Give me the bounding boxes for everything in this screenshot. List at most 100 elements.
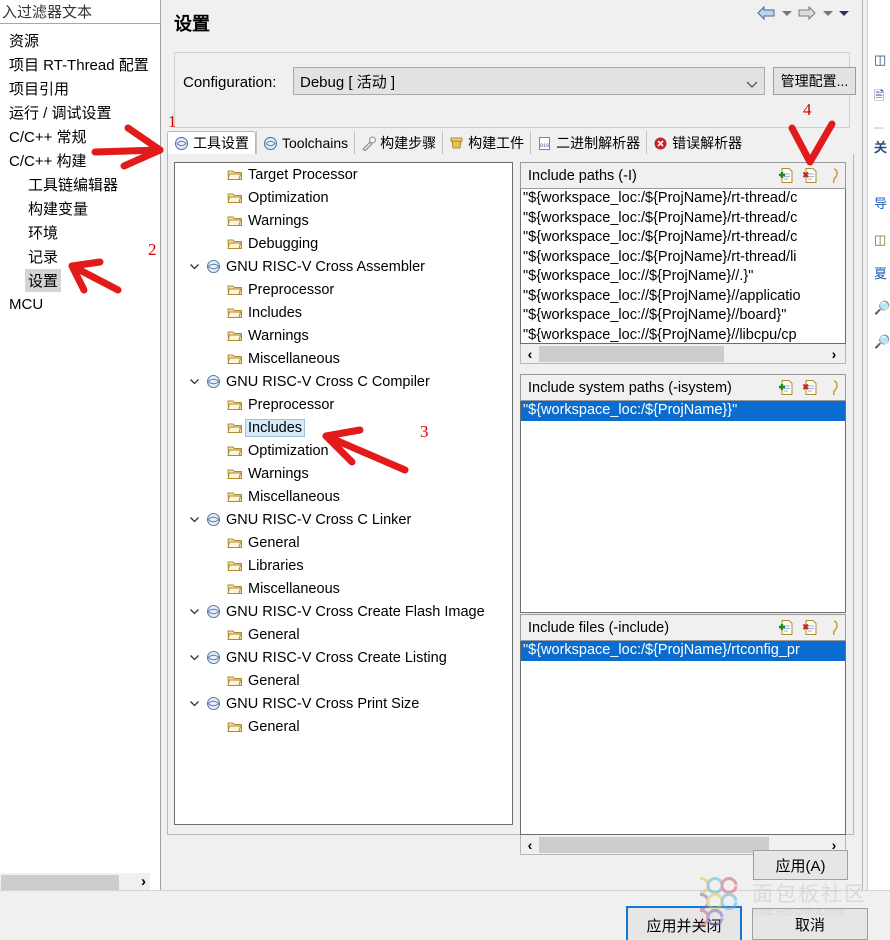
list-item[interactable]: "${workspace_loc://${ProjName}//.}"	[521, 267, 845, 287]
forward-history-dropdown-icon[interactable]	[821, 3, 834, 23]
back-history-dropdown-icon[interactable]	[780, 3, 793, 23]
add-icon[interactable]	[778, 619, 795, 640]
chevron-down-icon[interactable]	[185, 653, 203, 662]
tab-5[interactable]: 错误解析器	[646, 131, 748, 155]
tree-row[interactable]: Warnings	[175, 324, 512, 347]
delete-icon[interactable]	[802, 379, 819, 400]
list-title: Include system paths (-isystem)	[528, 379, 732, 396]
scroll-right-icon[interactable]: ›	[825, 346, 843, 362]
scrollbar-thumb[interactable]	[1, 875, 119, 890]
sidebar-item-9[interactable]: 记录	[0, 244, 161, 268]
manage-configurations-button[interactable]: 管理配置...	[773, 67, 856, 95]
filter-input[interactable]: 入过滤器文本	[0, 0, 161, 24]
list-item[interactable]: "${workspace_loc://${ProjName}//board}"	[521, 306, 845, 326]
sidebar-item-6[interactable]: 工具链编辑器	[0, 172, 161, 196]
sidebar-item-1[interactable]: 项目 RT-Thread 配置	[0, 52, 161, 76]
sidebar-item-10[interactable]: 设置	[0, 268, 161, 292]
list-item[interactable]: "${workspace_loc:/${ProjName}/rt-thread/…	[521, 209, 845, 229]
chevron-down-icon[interactable]	[185, 262, 203, 271]
tab-4[interactable]: 010 二进制解析器	[530, 131, 646, 155]
tree-row[interactable]: Target Processor	[175, 163, 512, 186]
sidebar-item-11[interactable]: MCU	[0, 292, 161, 316]
tab-1[interactable]: Toolchains	[256, 131, 354, 155]
configuration-select[interactable]: Debug [ 活动 ]	[293, 67, 765, 95]
tree-row[interactable]: Libraries	[175, 554, 512, 577]
tree-row[interactable]: Preprocessor	[175, 278, 512, 301]
tree-row[interactable]: General	[175, 623, 512, 646]
tree-row[interactable]: General	[175, 669, 512, 692]
tree-row[interactable]: GNU RISC-V Cross C Compiler	[175, 370, 512, 393]
list-horizontal-scrollbar[interactable]: ‹ ›	[520, 344, 846, 364]
chevron-down-icon[interactable]	[185, 377, 203, 386]
scroll-left-icon[interactable]: ‹	[521, 837, 539, 853]
tree-row[interactable]: Miscellaneous	[175, 347, 512, 370]
delete-icon[interactable]	[802, 167, 819, 188]
list-body[interactable]: "${workspace_loc:/${ProjName}/rt-thread/…	[520, 189, 846, 344]
tree-row[interactable]: GNU RISC-V Cross Print Size	[175, 692, 512, 715]
list-item[interactable]: "${workspace_loc:/${ProjName}/rt-thread/…	[521, 248, 845, 268]
list-item[interactable]: "${workspace_loc:/${ProjName}/rt-thread/…	[521, 228, 845, 248]
tree-row[interactable]: GNU RISC-V Cross Create Flash Image	[175, 600, 512, 623]
annotation-number-3: 3	[420, 422, 429, 441]
list-item[interactable]: "${workspace_loc://${ProjName}//libcpu/c…	[521, 326, 845, 344]
add-icon[interactable]	[778, 167, 795, 188]
tree-row[interactable]: GNU RISC-V Cross Create Listing	[175, 646, 512, 669]
chevron-down-icon[interactable]	[185, 515, 203, 524]
tree-row[interactable]: Optimization	[175, 439, 512, 462]
document-icon[interactable]: 🖹	[874, 88, 890, 104]
tree-row[interactable]: Preprocessor	[175, 393, 512, 416]
edit-icon[interactable]	[826, 619, 843, 640]
sidebar-item-2[interactable]: 项目引用	[0, 76, 161, 100]
sidebar-item-label: 构建变量	[28, 200, 89, 218]
list-item[interactable]: "${workspace_loc://${ProjName}//applicat…	[521, 287, 845, 307]
tree-row[interactable]: Optimization	[175, 186, 512, 209]
edit-icon[interactable]	[826, 167, 843, 188]
tree-row[interactable]: Warnings	[175, 462, 512, 485]
tab-2[interactable]: 构建步骤	[354, 131, 442, 155]
chevron-down-icon[interactable]	[185, 699, 203, 708]
tab-3[interactable]: 构建工件	[442, 131, 530, 155]
tree-row-label: Warnings	[248, 327, 309, 344]
tree-row[interactable]: General	[175, 715, 512, 738]
tree-row[interactable]: Miscellaneous	[175, 577, 512, 600]
tree-row[interactable]: Includes	[175, 301, 512, 324]
forward-arrow-icon[interactable]	[796, 2, 818, 24]
toolchain-icon	[203, 696, 223, 711]
sidebar-item-8[interactable]: 环境	[0, 220, 161, 244]
list-body[interactable]: "${workspace_loc:/${ProjName}/rtconfig_p…	[520, 641, 846, 835]
scrollbar-thumb[interactable]	[539, 345, 724, 362]
list-item[interactable]: "${workspace_loc:/${ProjName}/rtconfig_p…	[521, 641, 845, 661]
scroll-right-icon[interactable]: ›	[141, 873, 146, 890]
tree-row[interactable]: GNU RISC-V Cross C Linker	[175, 508, 512, 531]
sidebar-item-3[interactable]: 运行 / 调试设置	[0, 100, 161, 124]
tree-row[interactable]: Debugging	[175, 232, 512, 255]
tool-options-tree[interactable]: Target Processor Optimization Warnings Debu…	[174, 162, 513, 825]
add-icon[interactable]	[778, 379, 795, 400]
folder-icon	[225, 283, 245, 297]
configuration-group: Configuration: Debug [ 活动 ] 管理配置...	[174, 52, 856, 128]
tab-0[interactable]: 工具设置	[167, 131, 256, 155]
outline-icon[interactable]: ◫	[874, 52, 890, 68]
label-icon: 关	[874, 140, 888, 155]
tree-row[interactable]: Warnings	[175, 209, 512, 232]
sidebar-item-7[interactable]: 构建变量	[0, 196, 161, 220]
svg-text:010: 010	[540, 143, 549, 149]
scrollbar-thumb[interactable]	[539, 836, 769, 853]
edit-icon[interactable]	[826, 379, 843, 400]
list-body[interactable]: "${workspace_loc:/${ProjName}}"	[520, 401, 846, 613]
tree-row[interactable]: General	[175, 531, 512, 554]
delete-icon[interactable]	[802, 619, 819, 640]
tree-row[interactable]: GNU RISC-V Cross Assembler	[175, 255, 512, 278]
tree-row[interactable]: Miscellaneous	[175, 485, 512, 508]
sidebar-item-5[interactable]: C/C++ 构建	[0, 148, 161, 172]
list-item[interactable]: "${workspace_loc:/${ProjName}/rt-thread/…	[521, 189, 845, 209]
back-arrow-icon[interactable]	[755, 2, 777, 24]
sidebar-item-4[interactable]: C/C++ 常规	[0, 124, 161, 148]
sidebar-item-0[interactable]: 资源	[0, 28, 161, 52]
chevron-down-icon[interactable]	[185, 607, 203, 616]
list-icon: ◫	[874, 232, 887, 247]
view-menu-icon[interactable]	[837, 3, 850, 23]
tree-row[interactable]: Includes	[175, 416, 512, 439]
scroll-left-icon[interactable]: ‹	[521, 346, 539, 362]
list-item[interactable]: "${workspace_loc:/${ProjName}}"	[521, 401, 845, 421]
